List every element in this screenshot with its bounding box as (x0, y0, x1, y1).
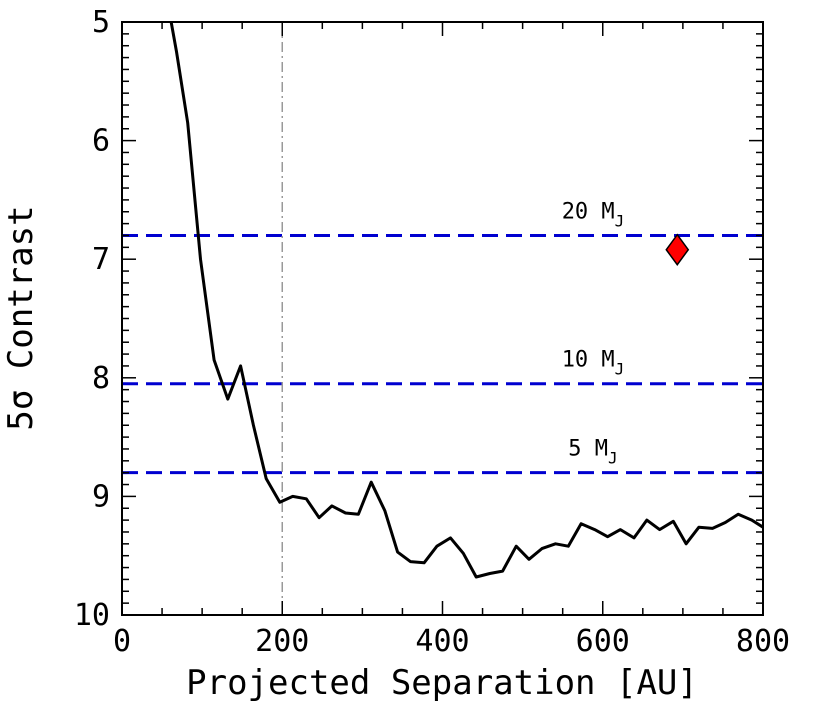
y-tick-label: 6 (92, 124, 110, 159)
y-axis-title: 5σ Contrast (1, 205, 41, 430)
y-tick-label: 10 (74, 598, 110, 633)
y-tick-label: 5 (92, 5, 110, 40)
x-tick-label: 600 (576, 624, 630, 659)
mass-limit-label: 10 MJ (562, 348, 625, 379)
y-tick-label: 7 (92, 242, 110, 277)
mass-limit-label: 20 MJ (562, 199, 625, 230)
contrast-curve-line (169, 22, 763, 579)
y-tick-label: 8 (92, 361, 110, 396)
x-axis-title: Projected Separation [AU] (186, 663, 698, 703)
x-tick-label: 0 (113, 624, 131, 659)
y-tick-label: 9 (92, 479, 110, 514)
x-tick-label: 200 (255, 624, 309, 659)
mass-limit-label: 5 MJ (568, 437, 617, 468)
companion-marker (665, 233, 690, 266)
x-tick-label: 400 (415, 624, 469, 659)
contrast-curve-chart: 20 MJ 10 MJ 5 MJ 0 200 400 600 800 5 6 7 8 9 10 Proje… (1, 5, 790, 703)
x-tick-label: 800 (736, 624, 790, 659)
